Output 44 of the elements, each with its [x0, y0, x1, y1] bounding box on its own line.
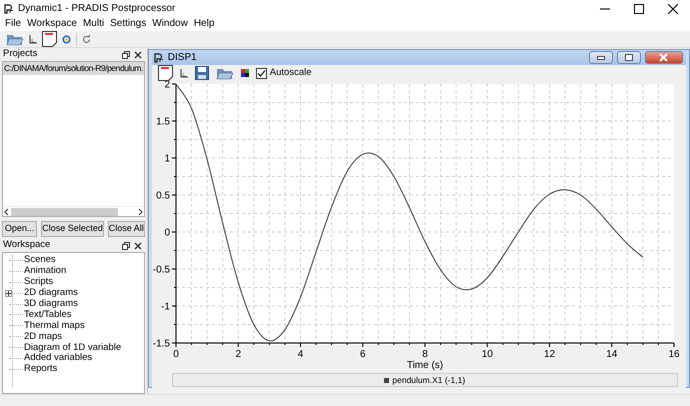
tick-label: 8 [422, 349, 428, 360]
menu-item[interactable]: Multi [80, 17, 108, 31]
tick-label: 16 [668, 349, 680, 360]
tick-label: 2 [235, 349, 241, 360]
tick-label: 1.5 [156, 116, 170, 128]
tick-label: 4 [298, 349, 304, 360]
legend-label: pendulum.X1 (-1,1) [392, 374, 466, 386]
tree-item[interactable]: 2D diagrams [23, 288, 78, 298]
tree-item[interactable]: Scenes [23, 255, 56, 266]
tree-item[interactable]: Diagram of 1D variable [23, 342, 122, 353]
tree-item[interactable]: 2D maps [23, 332, 62, 342]
tree-item[interactable]: Reports [23, 364, 58, 374]
menu-item[interactable]: File [2, 17, 24, 31]
panel-button[interactable]: Close Selected [41, 221, 104, 237]
window-title: DISP1 [168, 51, 198, 65]
panel-title: Workspace [3, 238, 52, 252]
tick-label: -1 [160, 302, 170, 312]
tick-label: 0 [164, 228, 170, 238]
tick-label: 10 [481, 349, 493, 360]
tick-label: 6 [360, 349, 366, 360]
tick-label: -1.5 [152, 338, 170, 350]
tick-label: 0.5 [156, 190, 170, 202]
tree-item[interactable]: Text/Tables [23, 310, 72, 320]
tick-label: 14 [606, 349, 618, 360]
autoscale-checkbox[interactable]: Autoscale [256, 66, 312, 80]
tick-label: -0.5 [152, 264, 170, 276]
axis-title: Time (s) [406, 360, 443, 371]
tree-item[interactable]: Animation [23, 266, 66, 276]
tree-item[interactable]: 3D diagrams [23, 299, 78, 309]
tick-label: 0 [173, 349, 179, 360]
menu-item[interactable]: Settings [107, 17, 150, 31]
tree-item[interactable]: Added variables [23, 353, 92, 364]
panel-button[interactable]: Open... [2, 221, 38, 237]
tick-label: 12 [544, 349, 555, 360]
tick-label: 1 [164, 154, 170, 164]
tree-item[interactable]: Scripts [23, 277, 54, 288]
menu-item[interactable]: Workspace [24, 17, 80, 31]
tree-item[interactable]: Thermal maps [23, 320, 85, 331]
menu-item[interactable]: Window [149, 17, 191, 31]
panel-button[interactable]: Close All [108, 221, 145, 237]
project-item[interactable]: C:/DINAMA/forum/solution-R9/pendulum. [3, 62, 144, 75]
panel-title: Projects [3, 47, 38, 62]
menu-item[interactable]: Help [190, 17, 218, 31]
window-title: Dynamic1 - PRADIS Postprocessor [18, 2, 176, 16]
